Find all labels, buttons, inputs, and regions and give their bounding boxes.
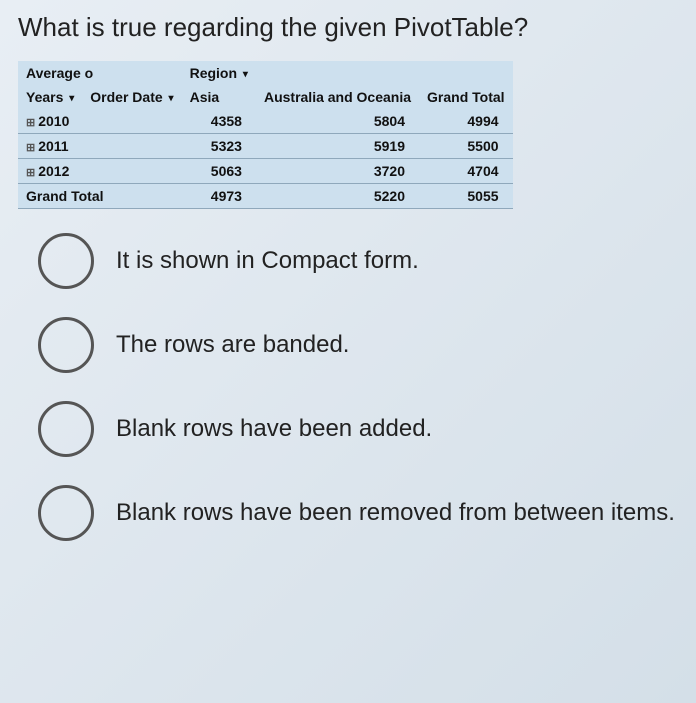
collapse-dropdown-icon[interactable]: ▾ — [169, 93, 174, 104]
cell-value: 5055 — [419, 184, 513, 209]
cell-value: 4704 — [419, 159, 513, 184]
pivot-region-header[interactable]: Region ▾ — [182, 61, 256, 85]
cell-value: 3720 — [256, 159, 419, 184]
row-label: 2011 — [38, 138, 68, 154]
table-row: ⊞2011 5323 5919 5500 — [18, 134, 513, 159]
radio-circle-icon[interactable] — [38, 401, 94, 457]
expand-icon[interactable]: ⊞ — [26, 142, 35, 154]
pivot-orderdate-label: Order Date — [90, 89, 162, 105]
pivot-orderdate-header[interactable]: Order Date ▾ — [82, 85, 181, 109]
option-text: The rows are banded. — [116, 329, 349, 361]
pivot-empty-header — [256, 61, 419, 85]
cell-value: 5323 — [182, 134, 256, 159]
answer-options: It is shown in Compact form. The rows ar… — [18, 233, 678, 541]
cell-value: 4358 — [182, 109, 256, 134]
option-3[interactable]: Blank rows have been removed from betwee… — [38, 485, 678, 541]
pivot-corner-label: Average o — [26, 65, 93, 81]
pivot-corner-cell: Average o — [18, 61, 182, 85]
filter-dropdown-icon[interactable]: ▾ — [243, 69, 248, 80]
grand-total-label-cell: Grand Total — [18, 184, 182, 209]
cell-value: 4973 — [182, 184, 256, 209]
option-text: Blank rows have been added. — [116, 413, 432, 445]
expand-icon[interactable]: ⊞ — [26, 167, 35, 179]
radio-circle-icon[interactable] — [38, 317, 94, 373]
pivot-table-container: Average o Region ▾ Years ▾ Order Date ▾ … — [18, 61, 678, 209]
row-year-2012[interactable]: ⊞2012 — [18, 159, 182, 184]
pivot-table: Average o Region ▾ Years ▾ Order Date ▾ … — [18, 61, 513, 209]
option-text: It is shown in Compact form. — [116, 245, 419, 277]
cell-value: 5804 — [256, 109, 419, 134]
option-text: Blank rows have been removed from betwee… — [116, 497, 675, 529]
cell-value: 5919 — [256, 134, 419, 159]
table-row: ⊞2012 5063 3720 4704 — [18, 159, 513, 184]
row-year-2011[interactable]: ⊞2011 — [18, 134, 182, 159]
pivot-asia-header: Asia — [182, 85, 256, 109]
row-label: 2012 — [38, 163, 69, 179]
cell-value: 4994 — [419, 109, 513, 134]
pivot-region-label: Region — [190, 65, 237, 81]
option-0[interactable]: It is shown in Compact form. — [38, 233, 678, 289]
pivot-aus-header: Australia and Oceania — [256, 85, 419, 109]
expand-icon[interactable]: ⊞ — [26, 117, 35, 129]
row-label: 2010 — [38, 113, 69, 129]
radio-circle-icon[interactable] — [38, 233, 94, 289]
option-1[interactable]: The rows are banded. — [38, 317, 678, 373]
cell-value: 5220 — [256, 184, 419, 209]
option-2[interactable]: Blank rows have been added. — [38, 401, 678, 457]
pivot-years-header[interactable]: Years ▾ — [18, 85, 82, 109]
row-year-2010[interactable]: ⊞2010 — [18, 109, 182, 134]
pivot-years-label: Years — [26, 89, 63, 105]
pivot-gt-header: Grand Total — [419, 85, 513, 109]
pivot-empty-header — [419, 61, 513, 85]
question-text: What is true regarding the given PivotTa… — [18, 12, 678, 43]
filter-dropdown-icon[interactable]: ▾ — [69, 93, 74, 104]
table-row: ⊞2010 4358 5804 4994 — [18, 109, 513, 134]
table-row-grand-total: Grand Total 4973 5220 5055 — [18, 184, 513, 209]
cell-value: 5500 — [419, 134, 513, 159]
cell-value: 5063 — [182, 159, 256, 184]
radio-circle-icon[interactable] — [38, 485, 94, 541]
